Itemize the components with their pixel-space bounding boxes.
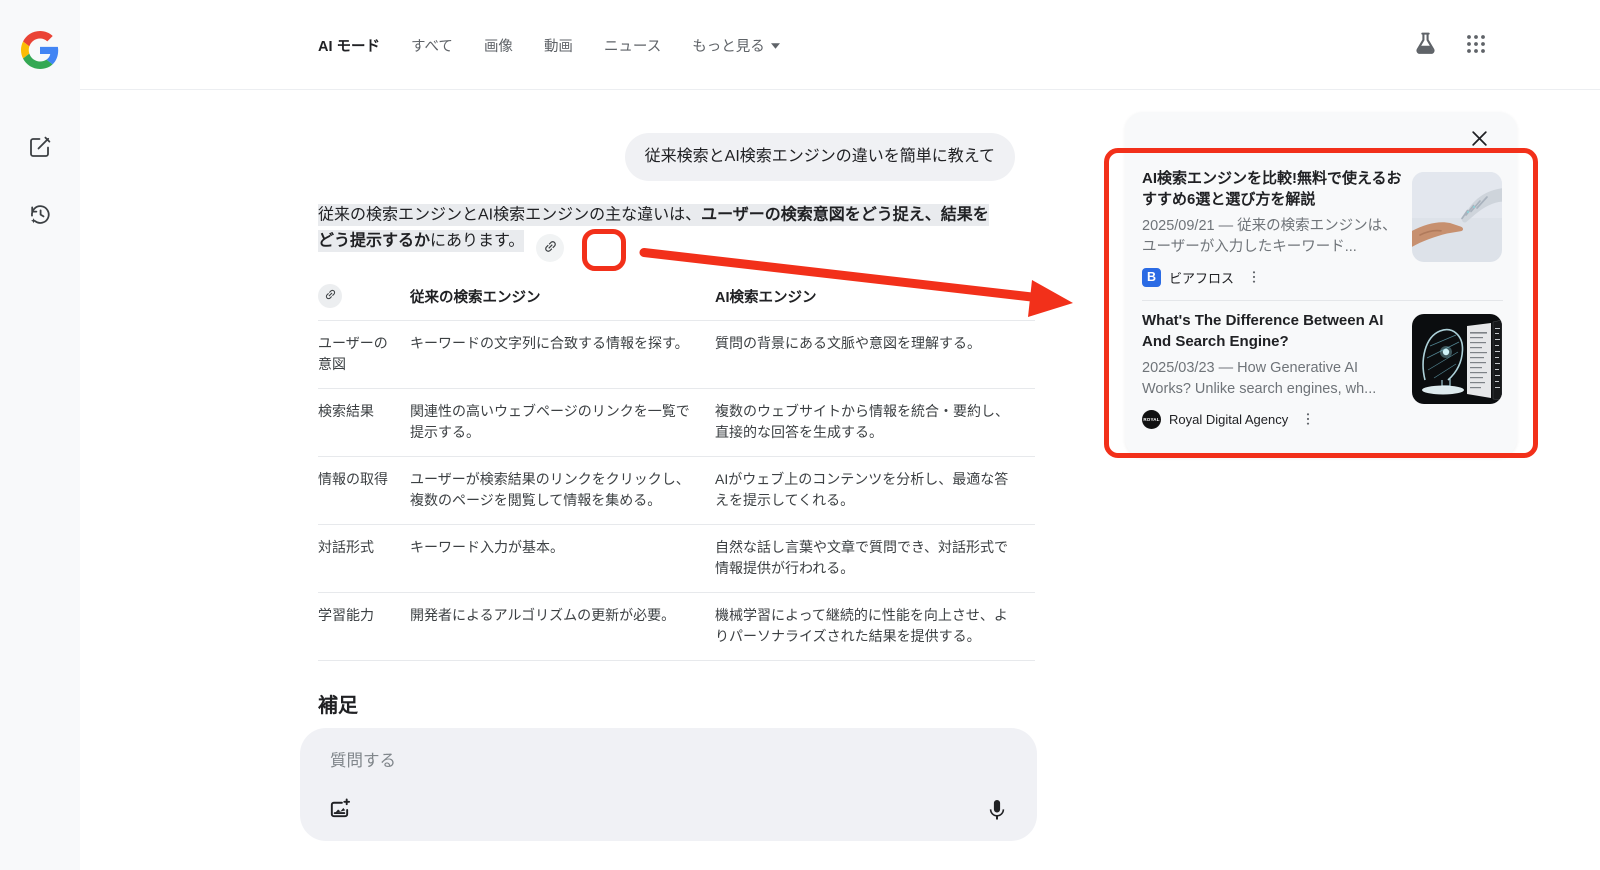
citation-title: What's The Difference Between AI And Sea…: [1142, 312, 1384, 350]
citation-card-text: What's The Difference Between AI And Sea…: [1142, 310, 1402, 429]
link-icon: [324, 288, 337, 304]
search-tabs: AI モード すべて 画像 動画 ニュース もっと見る: [318, 0, 780, 90]
more-vert-icon[interactable]: [1242, 267, 1266, 287]
citation-thumbnail-ai-head: [1412, 314, 1502, 404]
citation-snippet: 2025/03/23 — How Generative AI Works? Un…: [1142, 360, 1377, 397]
user-query-bubble: 従来検索とAI検索エンジンの違いを簡単に教えて: [624, 133, 1015, 181]
citation-card[interactable]: AI検索エンジンを比較!無料で使えるおすすめ6選と選び方を解説 2025/09/…: [1142, 168, 1502, 287]
cell-ai: 自然な話し言葉や文章で質問でき、対話形式で情報提供が行われる。: [715, 539, 1009, 576]
table-row: 検索結果 関連性の高いウェブページのリンクを一覧で提示する。 複数のウェブサイト…: [318, 389, 1035, 457]
cell-ai: AIがウェブ上のコンテンツを分析し、最適な答えを提示してくれる。: [715, 471, 1009, 508]
table-col-header: 従来の検索エンジン: [410, 289, 541, 306]
tab-ai-mode[interactable]: AI モード: [318, 35, 380, 56]
card-divider: [1142, 300, 1503, 301]
answer-text: 従来の検索エンジンとAI検索エンジンの主な違いは、: [318, 203, 702, 226]
source-name: Royal Digital Agency: [1169, 411, 1289, 427]
source-favicon: B: [1142, 267, 1161, 287]
cell-traditional: ユーザーが検索結果のリンクをクリックし、複数のページを閲覧して情報を集める。: [410, 471, 690, 508]
table-row: ユーザーの意図 キーワードの文字列に合致する情報を探す。 質問の背景にある文脈や…: [318, 321, 1035, 389]
table-row: 学習能力 開発者によるアルゴリズムの更新が必要。 機械学習によって継続的に性能を…: [318, 593, 1035, 661]
cell-traditional: キーワード入力が基本。: [410, 539, 564, 555]
source-name: ビアフロス: [1169, 270, 1235, 286]
row-label: ユーザーの意図: [318, 335, 388, 372]
labs-flask-icon[interactable]: [1413, 31, 1438, 59]
tab-more[interactable]: もっと見る: [692, 35, 780, 56]
ai-mode-conversation: 従来検索とAI検索エンジンの違いを簡単に教えて 従来の検索エンジンとAI検索エン…: [300, 133, 1037, 841]
compose-icon: [28, 135, 52, 162]
row-label: 検索結果: [318, 403, 374, 419]
source-favicon: ROYAL: [1142, 409, 1161, 429]
row-label: 対話形式: [318, 539, 374, 555]
mic-icon: [985, 798, 1009, 825]
row-label: 学習能力: [318, 607, 374, 623]
table-header-row: 従来の検索エンジン AI検索エンジン: [318, 282, 1035, 321]
table-corner: [318, 284, 410, 308]
cell-ai: 質問の背景にある文脈や意図を理解する。: [715, 335, 981, 351]
citation-snippet: 2025/09/21 — 従来の検索エンジンは、ユーザーが入力したキーワード..…: [1142, 218, 1397, 255]
history-icon: [28, 202, 52, 229]
citation-thumbnail-hands: [1412, 172, 1502, 262]
table-citation-link-button[interactable]: [318, 284, 342, 308]
history-button[interactable]: [22, 196, 58, 235]
tab-news[interactable]: ニュース: [604, 35, 661, 56]
tab-more-label: もっと見る: [692, 38, 765, 55]
citation-card[interactable]: What's The Difference Between AI And Sea…: [1142, 310, 1502, 429]
apps-grid-icon[interactable]: [1464, 32, 1488, 59]
followup-input-box[interactable]: 質問する: [300, 728, 1037, 841]
table-row: 情報の取得 ユーザーが検索結果のリンクをクリックし、複数のページを閲覧して情報を…: [318, 457, 1035, 525]
answer-text-end: にあります。: [430, 229, 525, 252]
header: AI モード すべて 画像 動画 ニュース もっと見る: [80, 0, 1600, 90]
google-logo[interactable]: [21, 31, 59, 69]
mic-button[interactable]: [979, 792, 1015, 831]
cell-ai: 複数のウェブサイトから情報を統合・要約し、直接的な回答を生成する。: [715, 403, 1009, 440]
table-col-header: AI検索エンジン: [715, 289, 817, 306]
close-icon: [1470, 129, 1489, 151]
tab-all[interactable]: すべて: [411, 35, 453, 56]
comparison-table: 従来の検索エンジン AI検索エンジン ユーザーの意図 キーワードの文字列に合致す…: [318, 282, 1035, 661]
citation-source-row: ROYAL Royal Digital Agency: [1142, 409, 1402, 429]
citation-link-button[interactable]: [536, 234, 565, 262]
header-actions: [1413, 0, 1488, 90]
row-label: 情報の取得: [318, 471, 388, 487]
citations-panel: AI検索エンジンを比較!無料で使えるおすすめ6選と選び方を解説 2025/09/…: [1125, 112, 1517, 457]
add-image-button[interactable]: [322, 791, 357, 829]
add-image-icon: [328, 797, 351, 823]
citation-title: AI検索エンジンを比較!無料で使えるおすすめ6選と選び方を解説: [1142, 170, 1402, 208]
tab-videos[interactable]: 動画: [544, 35, 573, 56]
cell-traditional: 関連性の高いウェブページのリンクを一覧で提示する。: [410, 403, 690, 440]
tab-images[interactable]: 画像: [484, 35, 513, 56]
answer-paragraph: 従来の検索エンジンとAI検索エンジンの主な違いは、ユーザーの検索意図をどう捉え、…: [318, 202, 994, 262]
cell-traditional: キーワードの文字列に合致する情報を探す。: [410, 335, 689, 351]
chevron-down-icon: [770, 37, 780, 53]
section-heading: 補足: [318, 695, 358, 717]
close-panel-button[interactable]: [1466, 125, 1493, 155]
citation-card-text: AI検索エンジンを比較!無料で使えるおすすめ6選と選び方を解説 2025/09/…: [1142, 168, 1402, 287]
left-sidebar: [0, 0, 80, 870]
cell-ai: 機械学習によって継続的に性能を向上させ、よりパーソナライズされた結果を提供する。: [715, 607, 1008, 644]
citation-source-row: B ビアフロス: [1142, 267, 1402, 287]
new-chat-button[interactable]: [22, 129, 58, 168]
link-icon: [543, 239, 558, 257]
more-vert-icon[interactable]: [1296, 409, 1320, 429]
table-row: 対話形式 キーワード入力が基本。 自然な話し言葉や文章で質問でき、対話形式で情報…: [318, 525, 1035, 593]
cell-traditional: 開発者によるアルゴリズムの更新が必要。: [410, 607, 676, 623]
followup-input[interactable]: 質問する: [330, 747, 396, 771]
